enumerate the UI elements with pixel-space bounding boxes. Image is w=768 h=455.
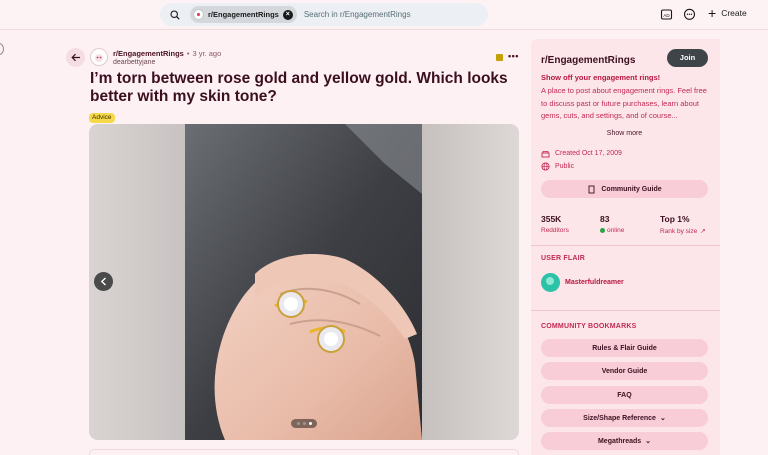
meta-separator: •: [186, 49, 190, 58]
post-actions-bar: [89, 449, 519, 455]
gallery-dot-active[interactable]: [308, 422, 312, 425]
post-meta: r/EngagementRings • 3 yr. ago: [113, 49, 221, 58]
community-stats: 355K Redditors 83 online Top 1% Rank by …: [541, 214, 711, 238]
user-flair-heading: USER FLAIR: [541, 255, 585, 262]
remove-chip-icon[interactable]: ×: [282, 9, 293, 20]
community-description: A place to post about engagement rings. …: [541, 86, 707, 120]
post-flair[interactable]: Advice: [89, 113, 115, 123]
image-gallery[interactable]: [89, 124, 519, 440]
ring-photo: [185, 124, 422, 440]
more-options-button[interactable]: •••: [508, 51, 519, 61]
post-age: 3 yr. ago: [192, 49, 222, 58]
gallery-previous-button[interactable]: [94, 272, 113, 291]
community-tagline: Show off your engagement rings!: [541, 73, 661, 82]
bookmarks-heading: COMMUNITY BOOKMARKS: [541, 323, 637, 330]
stat-label-text: online: [607, 227, 625, 234]
stat-label: Redditors: [541, 227, 569, 234]
search-bar[interactable]: r/EngagementRings ×: [160, 3, 488, 26]
visibility-label: Public: [555, 163, 575, 170]
create-button[interactable]: + Create: [708, 6, 747, 20]
back-button[interactable]: [66, 48, 85, 67]
subreddit-avatar[interactable]: [90, 48, 108, 66]
user-flair[interactable]: Masterfuldreamer: [541, 273, 624, 292]
side-panel-icon[interactable]: [0, 43, 4, 55]
bookmark-label: Megathreads: [597, 437, 642, 445]
bookmark-vendor-guide-button[interactable]: Vendor Guide: [541, 362, 708, 380]
stat-label-text: Rank by size: [660, 227, 698, 235]
search-icon: [169, 9, 181, 21]
online-dot-icon: [600, 228, 605, 233]
community-sidebar: r/EngagementRings Join Show off your eng…: [531, 39, 720, 455]
community-guide-button[interactable]: Community Guide: [541, 180, 708, 198]
show-more-button[interactable]: Show more: [531, 130, 718, 137]
divider: [531, 310, 720, 311]
bookmark-label: Size/Shape Reference: [583, 414, 656, 422]
gallery-pagination: [291, 419, 317, 428]
gallery-dot[interactable]: [296, 422, 300, 425]
chat-icon[interactable]: [683, 8, 696, 21]
stat-members: 355K Redditors: [541, 214, 569, 234]
community-guide-label: Community Guide: [601, 185, 662, 193]
chevron-left-icon: [100, 277, 106, 286]
bookmark-megathreads-button[interactable]: Megathreads ⌄: [541, 432, 708, 450]
divider: [531, 245, 720, 246]
created-date-label: Created Oct 17, 2009: [555, 150, 622, 157]
join-button[interactable]: Join: [667, 49, 708, 67]
post-title: I’m torn between rose gold and yellow go…: [90, 70, 508, 105]
user-avatar: [541, 273, 560, 292]
user-flair-name: Masterfuldreamer: [565, 279, 624, 286]
cake-icon: [541, 149, 550, 158]
stat-value: Top 1%: [660, 214, 690, 224]
stat-label: Rank by size ↗: [660, 227, 706, 236]
stat-label: online: [600, 227, 624, 234]
created-date: Created Oct 17, 2009: [541, 149, 622, 158]
stat-value: 355K: [541, 214, 562, 224]
stat-online: 83 online: [600, 214, 624, 234]
advertise-icon[interactable]: AD: [660, 8, 673, 21]
top-bar: r/EngagementRings × AD + Create: [0, 0, 768, 30]
bookmark-size-shape-button[interactable]: Size/Shape Reference ⌄: [541, 409, 708, 427]
stat-value: 83: [600, 214, 610, 224]
award-icon[interactable]: [496, 54, 503, 61]
external-link-icon: ↗: [700, 228, 706, 235]
bookmark-faq-button[interactable]: FAQ: [541, 386, 708, 404]
arrow-left-icon: [70, 53, 80, 62]
post-author[interactable]: dearbettyjane: [113, 59, 155, 66]
community-search-chip[interactable]: r/EngagementRings ×: [190, 6, 297, 23]
globe-icon: [541, 162, 550, 171]
community-name: r/EngagementRings: [541, 55, 636, 66]
community-avatar: [193, 9, 204, 20]
chevron-down-icon: ⌄: [659, 415, 666, 422]
create-label: Create: [721, 8, 747, 18]
svg-text:AD: AD: [663, 13, 670, 18]
chevron-down-icon: ⌄: [645, 438, 652, 445]
bookmark-rules-button[interactable]: Rules & Flair Guide: [541, 339, 708, 357]
subreddit-link[interactable]: r/EngagementRings: [113, 49, 184, 58]
gallery-dot[interactable]: [302, 422, 306, 425]
book-icon: [587, 185, 596, 194]
visibility: Public: [541, 162, 574, 171]
community-chip-label: r/EngagementRings: [208, 10, 279, 19]
stat-rank[interactable]: Top 1% Rank by size ↗: [660, 214, 706, 235]
plus-icon: +: [708, 5, 717, 21]
search-input[interactable]: [303, 10, 484, 19]
